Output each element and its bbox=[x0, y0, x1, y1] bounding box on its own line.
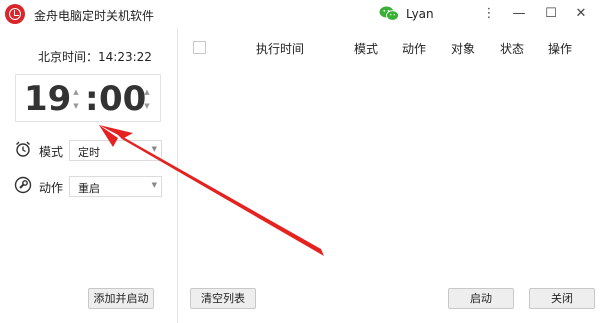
hour-value[interactable]: 19 bbox=[24, 79, 71, 119]
minute-up-arrow-icon[interactable]: ▲ bbox=[142, 87, 152, 97]
column-header-operation: 操作 bbox=[548, 42, 573, 56]
column-header-target: 对象 bbox=[451, 42, 476, 56]
minute-down-arrow-icon[interactable]: ▼ bbox=[142, 101, 152, 111]
title-bar: 金舟电脑定时关机软件 Lyan ⋮ — ☐ ✕ bbox=[0, 0, 600, 28]
column-header-status: 状态 bbox=[500, 42, 525, 56]
column-header-mode: 模式 bbox=[354, 42, 379, 56]
mode-select-value: 定时 bbox=[78, 146, 100, 159]
action-select[interactable]: 重启 ▼ bbox=[69, 176, 162, 197]
action-label: 动作 bbox=[39, 181, 64, 195]
close-button[interactable]: 关闭 bbox=[529, 288, 595, 309]
column-header-exec-time: 执行时间 bbox=[256, 42, 305, 56]
app-logo-icon bbox=[5, 4, 25, 24]
alarm-clock-icon bbox=[16, 141, 30, 157]
menu-icon[interactable]: ⋮ bbox=[479, 4, 499, 24]
task-table: 执行时间 模式 动作 对象 状态 操作 清空列表 启动 关闭 bbox=[179, 28, 600, 323]
minimize-icon[interactable]: — bbox=[509, 4, 529, 24]
mode-select[interactable]: 定时 ▼ bbox=[69, 140, 162, 161]
maximize-icon[interactable]: ☐ bbox=[541, 4, 561, 24]
time-picker[interactable]: 19 ▲ ▼ : 00 ▲ ▼ bbox=[15, 74, 161, 122]
wechat-icon bbox=[379, 6, 399, 21]
app-title: 金舟电脑定时关机软件 bbox=[34, 9, 155, 23]
username[interactable]: Lyan bbox=[406, 7, 434, 21]
wrench-icon bbox=[14, 176, 32, 194]
hour-down-arrow-icon[interactable]: ▼ bbox=[71, 101, 81, 111]
close-icon[interactable]: ✕ bbox=[571, 4, 591, 24]
select-all-checkbox[interactable] bbox=[193, 41, 206, 54]
column-header-action: 动作 bbox=[402, 42, 427, 56]
add-and-start-button[interactable]: 添加并启动 bbox=[88, 288, 154, 309]
chevron-down-icon[interactable]: ▼ bbox=[152, 145, 157, 153]
clear-list-button[interactable]: 清空列表 bbox=[190, 288, 256, 309]
hour-up-arrow-icon[interactable]: ▲ bbox=[71, 87, 81, 97]
left-panel: 北京时间：14:23:22 19 ▲ ▼ : 00 ▲ ▼ 模式 定时 ▼ 动作… bbox=[0, 28, 178, 323]
minute-value[interactable]: 00 bbox=[99, 79, 146, 119]
chevron-down-icon[interactable]: ▼ bbox=[152, 181, 157, 189]
start-button[interactable]: 启动 bbox=[448, 288, 514, 309]
beijing-time-label: 北京时间：14:23:22 bbox=[38, 50, 152, 64]
action-select-value: 重启 bbox=[78, 182, 100, 195]
time-colon: : bbox=[85, 79, 99, 119]
mode-label: 模式 bbox=[39, 145, 64, 159]
